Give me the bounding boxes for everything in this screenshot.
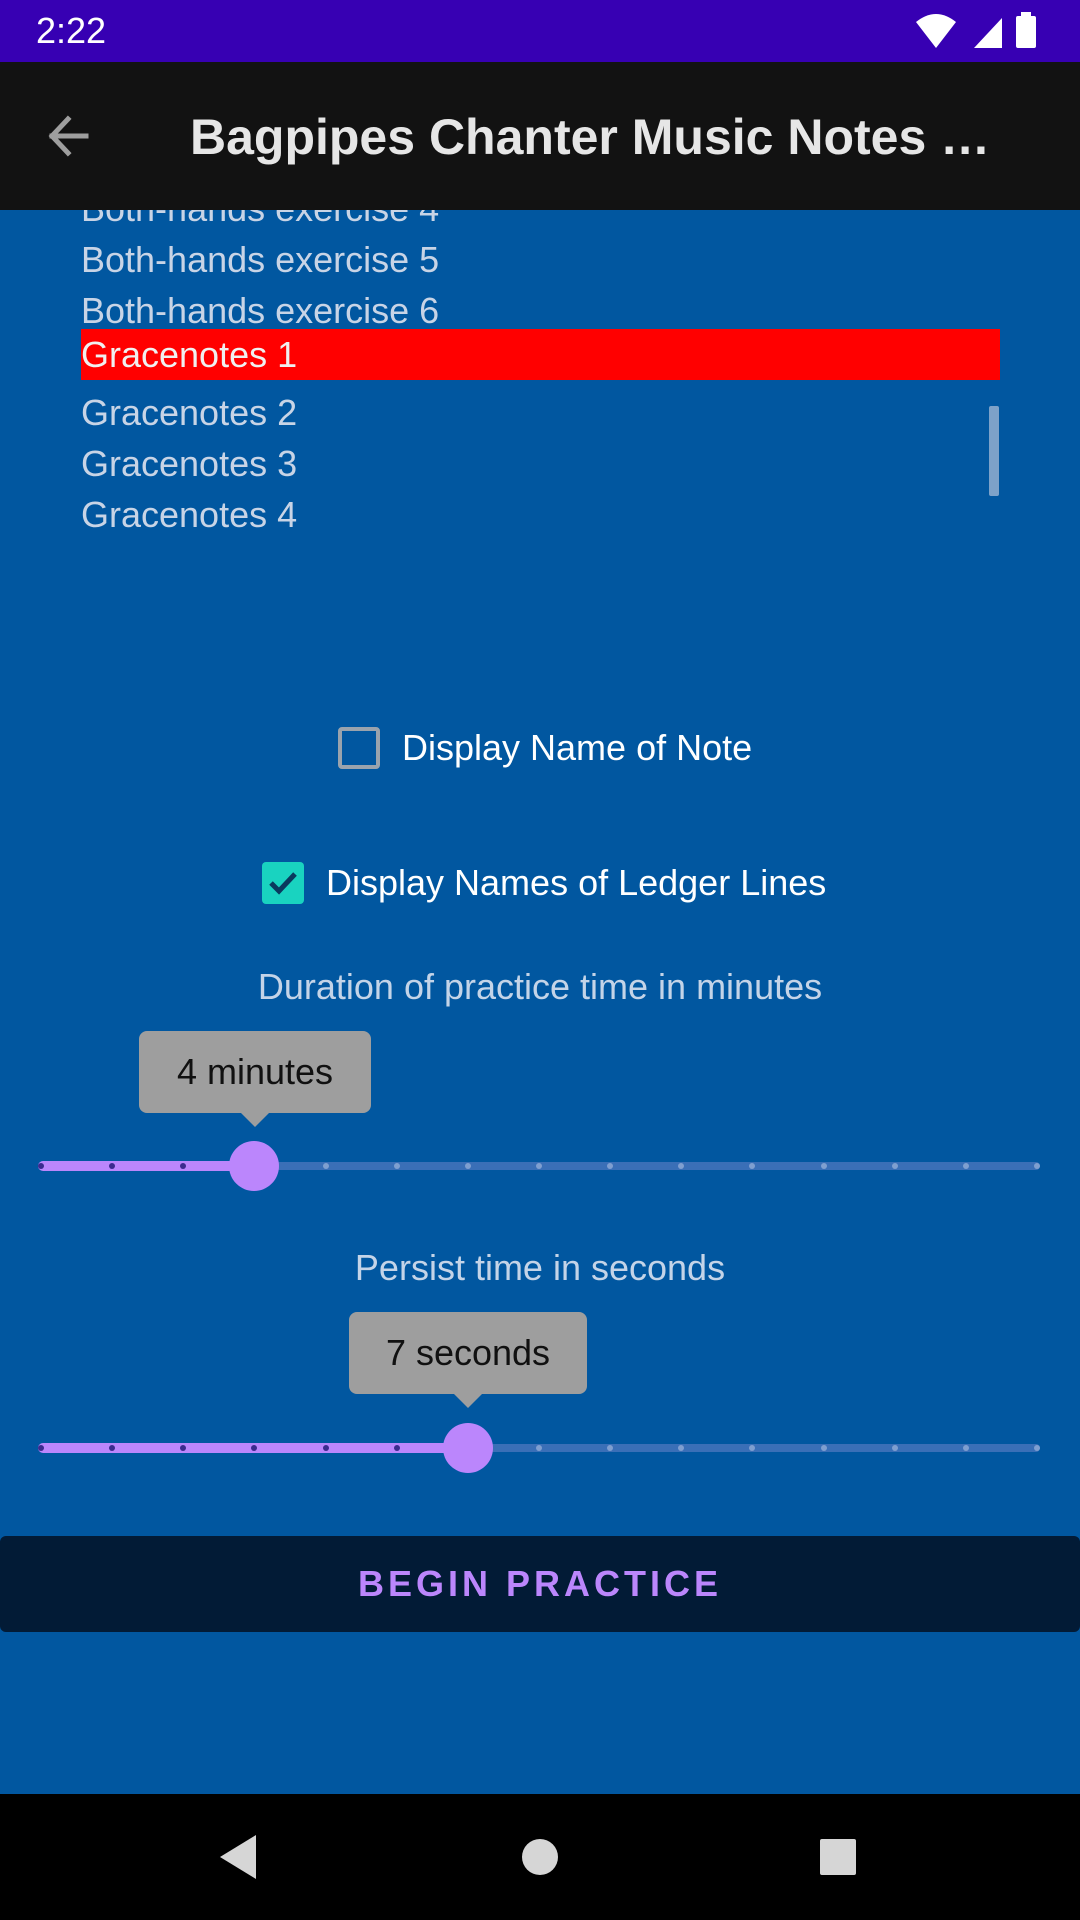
display-ledger-names-label: Display Names of Ledger Lines	[326, 862, 827, 903]
slider-tick	[1034, 1163, 1040, 1169]
page-title: Bagpipes Chanter Music Notes Practice	[190, 109, 1010, 165]
navigation-bar	[0, 1794, 1080, 1920]
list-item[interactable]: Both-hands exercise 4	[81, 210, 1000, 234]
persist-value-tooltip: 7 seconds	[349, 1312, 587, 1408]
persist-slider-label: Persist time in seconds	[354, 1247, 726, 1288]
slider-tick	[322, 1163, 329, 1169]
slider-tick	[38, 1163, 44, 1169]
exercise-list[interactable]: Both-hands exercise 4 Both-hands exercis…	[0, 210, 1080, 540]
slider-tick	[1034, 1445, 1040, 1451]
wifi-icon	[916, 14, 956, 48]
nav-recents-icon[interactable]	[818, 1832, 858, 1882]
list-item[interactable]: Gracenotes 4	[81, 489, 1000, 540]
app-bar: Bagpipes Chanter Music Notes Practice	[0, 62, 1080, 210]
slider-tick	[962, 1163, 969, 1169]
slider-tick	[536, 1445, 542, 1451]
list-item[interactable]: Both-hands exercise 5	[81, 234, 1000, 285]
duration-slider[interactable]	[38, 1141, 1040, 1191]
display-note-name-option[interactable]: Display Name of Note	[338, 727, 752, 769]
slider-thumb[interactable]	[229, 1141, 280, 1191]
battery-icon	[1016, 16, 1036, 48]
duration-slider-label: Duration of practice time in minutes	[257, 966, 823, 1007]
slider-tick	[891, 1445, 898, 1451]
display-ledger-names-option[interactable]: Display Names of Ledger Lines	[262, 862, 826, 904]
slider-tick	[464, 1163, 471, 1169]
persist-slider[interactable]	[38, 1423, 1040, 1473]
slider-tick	[820, 1163, 827, 1169]
back-arrow-icon[interactable]	[40, 106, 100, 166]
slider-tick	[38, 1445, 44, 1451]
slider-tick	[322, 1445, 329, 1451]
slider-tick	[962, 1445, 969, 1451]
nav-back-icon[interactable]	[216, 1832, 260, 1882]
duration-value-tooltip: 4 minutes	[139, 1031, 371, 1127]
checkmark-icon	[269, 872, 297, 895]
signal-icon	[974, 18, 1002, 48]
nav-home-icon[interactable]	[520, 1832, 560, 1882]
list-scrollbar[interactable]	[989, 406, 999, 496]
slider-tick	[891, 1163, 898, 1169]
list-item-selected[interactable]: Gracenotes 1	[81, 329, 1000, 380]
slider-tick	[393, 1445, 400, 1451]
status-bar: 2:22	[0, 0, 1080, 62]
display-ledger-names-checkbox[interactable]	[262, 862, 304, 904]
slider-tick	[820, 1445, 827, 1451]
status-icons	[916, 12, 1036, 48]
list-item[interactable]: Gracenotes 3	[81, 438, 1000, 489]
display-note-name-label: Display Name of Note	[402, 727, 753, 768]
slider-tick	[393, 1163, 400, 1169]
slider-fill	[38, 1161, 255, 1171]
slider-tick	[536, 1163, 542, 1169]
display-note-name-checkbox[interactable]	[338, 727, 380, 769]
status-time: 2:22	[36, 10, 107, 51]
begin-practice-button[interactable]: BEGIN PRACTICE	[0, 1536, 1080, 1632]
list-item[interactable]: Gracenotes 2	[81, 387, 1000, 438]
slider-thumb[interactable]	[442, 1423, 493, 1473]
